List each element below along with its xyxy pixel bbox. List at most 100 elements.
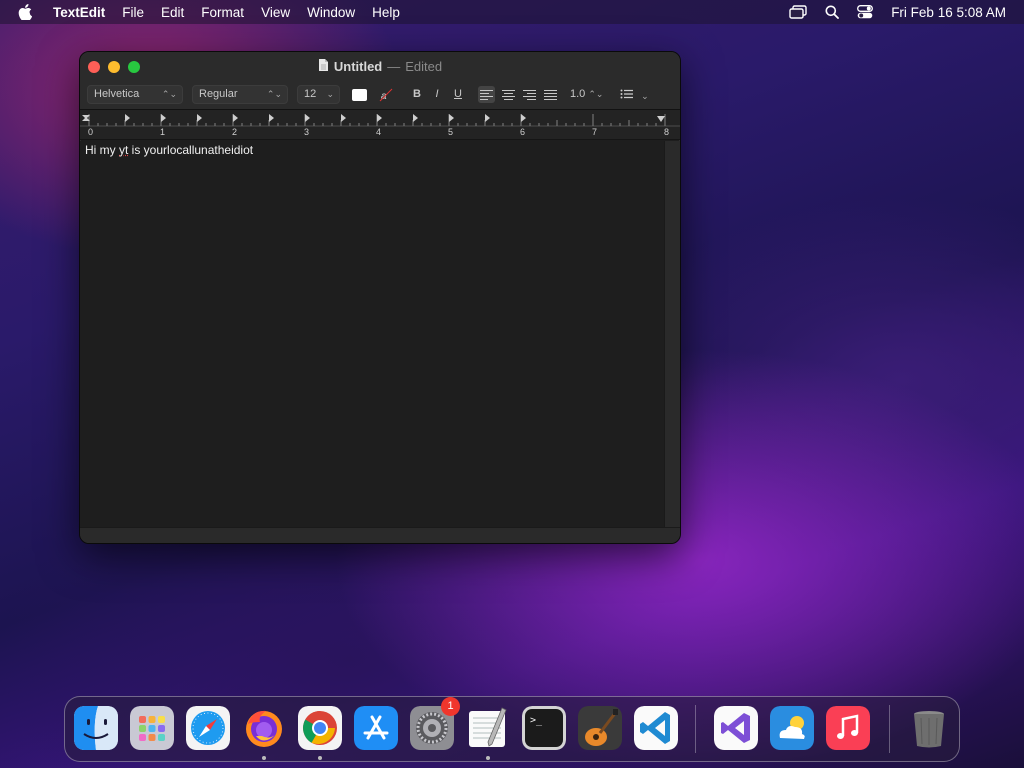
notification-badge: 1 <box>441 697 460 716</box>
popup-arrows-icon: ⌃⌄ <box>266 89 282 99</box>
tab-stop-marker <box>521 114 526 122</box>
align-left-button[interactable] <box>478 86 495 103</box>
weather-icon[interactable] <box>770 706 814 750</box>
font-family-popup[interactable]: Helvetica ⌃⌄ <box>87 85 183 104</box>
garageband-icon[interactable] <box>578 706 622 750</box>
chevron-down-icon: ⌄ <box>326 89 334 99</box>
tab-stop-marker <box>161 114 166 122</box>
ruler[interactable]: 0 1 2 3 4 5 6 7 8 <box>80 110 680 140</box>
tab-stop-marker <box>341 114 346 122</box>
document-text[interactable]: Hi my yt is yourlocallunatheidiot <box>85 143 253 157</box>
tab-stop-marker <box>449 114 454 122</box>
window-title: Untitled — Edited <box>80 58 680 75</box>
justify-icon <box>544 90 557 100</box>
svg-text:>_: >_ <box>530 715 543 726</box>
ruler-number: 4 <box>376 127 382 137</box>
underline-button[interactable]: U <box>451 86 465 103</box>
running-indicator <box>486 756 490 760</box>
finder-icon[interactable] <box>74 706 118 750</box>
running-indicator <box>262 756 266 760</box>
chevron-down-icon: ⌄ <box>641 91 649 101</box>
dock: 1 >_ <box>64 696 960 762</box>
format-toolbar: Helvetica ⌃⌄ Regular ⌃⌄ 12 ⌄ a B I U 1.0… <box>80 85 680 105</box>
font-family-value: Helvetica <box>94 88 140 100</box>
tab-stop-marker <box>485 114 490 122</box>
tab-stop-marker <box>125 114 130 122</box>
misspelled-word[interactable]: yt <box>119 143 128 157</box>
font-size-popup[interactable]: 12 ⌄ <box>297 85 340 104</box>
ruler-number: 2 <box>232 127 238 137</box>
ruler-number: 8 <box>664 127 670 137</box>
apple-menu-icon[interactable] <box>18 0 38 24</box>
tab-stop-marker <box>377 114 382 122</box>
line-spacing-popup[interactable]: 1.0 ⌃⌄ <box>570 86 606 103</box>
ruler-number: 3 <box>304 127 310 137</box>
control-center-icon[interactable] <box>857 5 874 19</box>
visual-studio-icon[interactable] <box>714 706 758 750</box>
dock-separator <box>889 705 890 753</box>
tab-stop-marker <box>305 114 310 122</box>
horizontal-scrollbar[interactable] <box>80 527 680 543</box>
dock-separator <box>695 705 696 753</box>
align-right-icon <box>523 90 536 100</box>
trash-icon[interactable] <box>907 706 951 750</box>
tab-stop-marker <box>413 114 418 122</box>
highlight-color-icon[interactable]: a <box>378 86 394 103</box>
text-segment: Hi my <box>85 143 119 157</box>
right-margin-marker <box>657 116 665 122</box>
title-separator: — <box>387 59 401 74</box>
ruler-number: 5 <box>448 127 454 137</box>
ruler-number: 1 <box>160 127 166 137</box>
ruler-number: 7 <box>592 127 598 137</box>
font-style-popup[interactable]: Regular ⌃⌄ <box>192 85 288 104</box>
font-style-value: Regular <box>199 88 238 100</box>
menu-window[interactable]: Window <box>307 5 355 20</box>
music-icon[interactable] <box>826 706 870 750</box>
menu-view[interactable]: View <box>261 5 290 20</box>
menu-bar: TextEdit File Edit Format View Window He… <box>0 0 1024 24</box>
font-size-value: 12 <box>304 88 317 100</box>
bold-button[interactable]: B <box>410 86 424 103</box>
justify-button[interactable] <box>542 86 559 103</box>
running-indicator <box>318 756 322 760</box>
terminal-icon[interactable]: >_ <box>522 706 566 750</box>
screen-mirroring-icon[interactable] <box>789 5 807 19</box>
tab-stop-marker <box>233 114 238 122</box>
menubar-clock[interactable]: Fri Feb 16 5:08 AM <box>891 5 1006 20</box>
firefox-icon[interactable] <box>242 706 286 750</box>
text-editor[interactable]: Hi my yt is yourlocallunatheidiot <box>80 141 665 528</box>
align-center-icon <box>502 90 515 100</box>
chrome-icon[interactable] <box>298 706 342 750</box>
menu-edit[interactable]: Edit <box>161 5 184 20</box>
menu-file[interactable]: File <box>122 5 144 20</box>
document-icon[interactable] <box>318 58 329 75</box>
align-left-icon <box>480 90 493 100</box>
safari-icon[interactable] <box>186 706 230 750</box>
line-spacing-value: 1.0 <box>570 88 586 100</box>
document-name: Untitled <box>333 59 383 74</box>
text-color-well[interactable] <box>352 89 367 101</box>
vertical-scrollbar[interactable] <box>664 141 680 528</box>
tab-stop-marker <box>269 114 274 122</box>
app-name-menu[interactable]: TextEdit <box>53 5 105 20</box>
document-status: Edited <box>405 59 443 74</box>
launchpad-icon[interactable] <box>130 706 174 750</box>
menu-format[interactable]: Format <box>201 5 244 20</box>
align-right-button[interactable] <box>521 86 538 103</box>
menu-help[interactable]: Help <box>372 5 400 20</box>
spotlight-search-icon[interactable] <box>825 5 840 19</box>
align-center-button[interactable] <box>500 86 517 103</box>
popup-arrows-icon: ⌃⌄ <box>161 89 177 99</box>
italic-button[interactable]: I <box>430 86 444 103</box>
textedit-window: Untitled — Edited Helvetica ⌃⌄ Regular ⌃… <box>79 51 681 544</box>
text-segment: is yourlocallunatheidiot <box>128 143 254 157</box>
title-bar[interactable]: Untitled — Edited Helvetica ⌃⌄ Regular ⌃… <box>80 52 680 110</box>
ruler-number: 6 <box>520 127 526 137</box>
list-bullets-icon <box>620 89 633 99</box>
vscode-icon[interactable] <box>634 706 678 750</box>
app-store-icon[interactable] <box>354 706 398 750</box>
list-style-popup[interactable]: ⌄ <box>620 86 650 103</box>
textedit-icon[interactable] <box>466 706 510 750</box>
tab-stop-marker <box>197 114 202 122</box>
popup-arrows-icon: ⌃⌄ <box>588 89 604 99</box>
